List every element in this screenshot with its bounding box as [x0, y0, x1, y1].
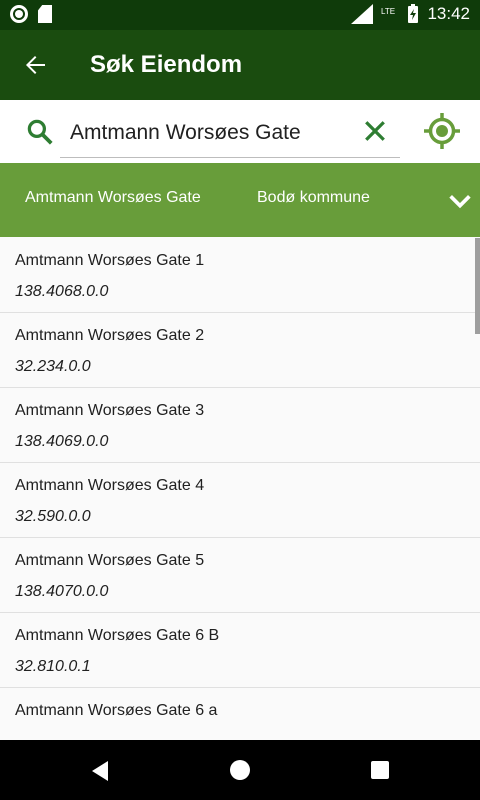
- notification-icon: [10, 5, 28, 23]
- item-title: Amtmann Worsøes Gate 6 B: [15, 627, 220, 644]
- page-title: Søk Eiendom: [90, 51, 243, 78]
- item-subtitle: 32.810.0.1: [15, 658, 91, 675]
- arrow-back-icon: [26, 56, 45, 74]
- close-icon[interactable]: [360, 116, 390, 146]
- item-title: Amtmann Worsøes Gate 5: [15, 552, 205, 569]
- nav-home-icon[interactable]: [230, 760, 250, 780]
- status-time: 13:42: [427, 4, 470, 23]
- results-list: Amtmann Worsøes Gate 1 138.4068.0.0 Amtm…: [0, 238, 480, 740]
- item-title: Amtmann Worsøes Gate 4: [15, 477, 205, 494]
- sd-card-icon: [38, 5, 52, 23]
- search-icon: [27, 119, 53, 145]
- item-title: Amtmann Worsøes Gate 3: [15, 402, 205, 419]
- status-bar: LTE 13:42: [0, 0, 480, 30]
- navigation-bar: [0, 740, 480, 800]
- battery-icon: [408, 4, 419, 23]
- my-location-icon[interactable]: [422, 111, 462, 151]
- network-type-icon: LTE: [381, 7, 395, 16]
- chevron-down-icon[interactable]: [446, 187, 474, 215]
- item-subtitle: 138.4069.0.0: [15, 433, 109, 450]
- filter-kommune-label[interactable]: Bodø kommune: [257, 189, 370, 207]
- list-item[interactable]: Amtmann Worsøes Gate 4 32.590.0.0: [0, 463, 480, 538]
- search-row: [0, 100, 480, 163]
- list-item[interactable]: Amtmann Worsøes Gate 6 B 32.810.0.1: [0, 613, 480, 688]
- list-item[interactable]: Amtmann Worsøes Gate 5 138.4070.0.0: [0, 538, 480, 613]
- list-item[interactable]: Amtmann Worsøes Gate 1 138.4068.0.0: [0, 238, 480, 313]
- app-bar: Søk Eiendom: [0, 30, 480, 100]
- item-subtitle: 32.234.0.0: [15, 358, 91, 375]
- item-title: Amtmann Worsøes Gate 1: [15, 252, 205, 269]
- filter-street-label[interactable]: Amtmann Worsøes Gate: [25, 189, 201, 207]
- nav-recents-icon[interactable]: [371, 761, 389, 779]
- list-item[interactable]: Amtmann Worsøes Gate 3 138.4069.0.0: [0, 388, 480, 463]
- scrollbar[interactable]: [475, 238, 480, 334]
- svg-text:LTE: LTE: [381, 7, 395, 16]
- signal-icon: [351, 4, 374, 24]
- search-input[interactable]: [60, 108, 400, 158]
- list-item[interactable]: Amtmann Worsøes Gate 6 a: [0, 688, 480, 740]
- back-button[interactable]: [18, 48, 52, 82]
- nav-back-icon[interactable]: [90, 760, 110, 782]
- list-item[interactable]: Amtmann Worsøes Gate 2 32.234.0.0: [0, 313, 480, 388]
- item-subtitle: 138.4070.0.0: [15, 583, 109, 600]
- item-title: Amtmann Worsøes Gate 6 a: [15, 702, 218, 719]
- item-subtitle: 32.590.0.0: [15, 508, 91, 525]
- filter-bar: Amtmann Worsøes Gate Bodø kommune: [0, 163, 480, 237]
- item-title: Amtmann Worsøes Gate 2: [15, 327, 205, 344]
- item-subtitle: 138.4068.0.0: [15, 283, 109, 300]
